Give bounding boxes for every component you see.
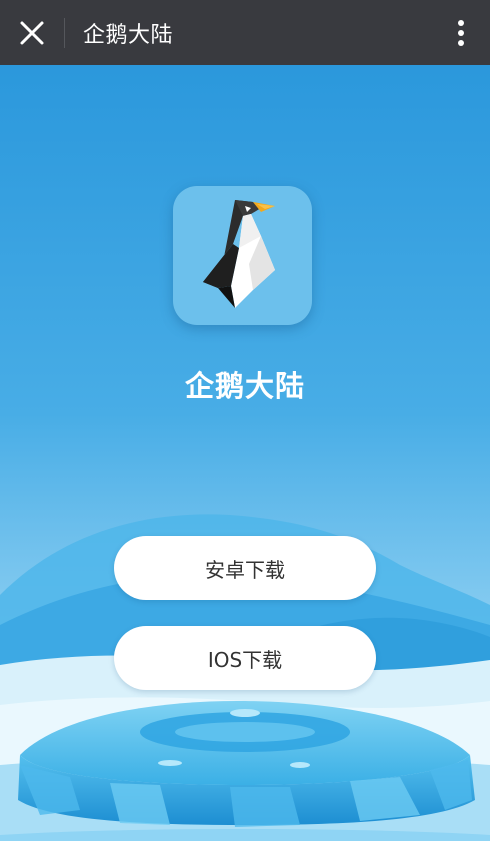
app-icon [173, 186, 312, 325]
top-navigation-bar: 企鹅大陆 [0, 0, 490, 65]
ios-download-button[interactable]: IOS下载 [114, 626, 376, 690]
background-illustration [0, 65, 490, 841]
android-download-button[interactable]: 安卓下载 [114, 536, 376, 600]
close-button[interactable] [0, 0, 64, 65]
close-icon [20, 21, 44, 44]
app-name: 企鹅大陆 [184, 369, 305, 403]
page: 企鹅大陆 企鹅大陆 安卓下载 IOS下载 [0, 0, 490, 841]
page-title: 企鹅大陆 [83, 22, 174, 48]
topbar-divider [64, 17, 65, 48]
penguin-logo [203, 200, 275, 308]
more-vertical-icon [458, 19, 464, 46]
more-options-button[interactable] [432, 0, 490, 65]
